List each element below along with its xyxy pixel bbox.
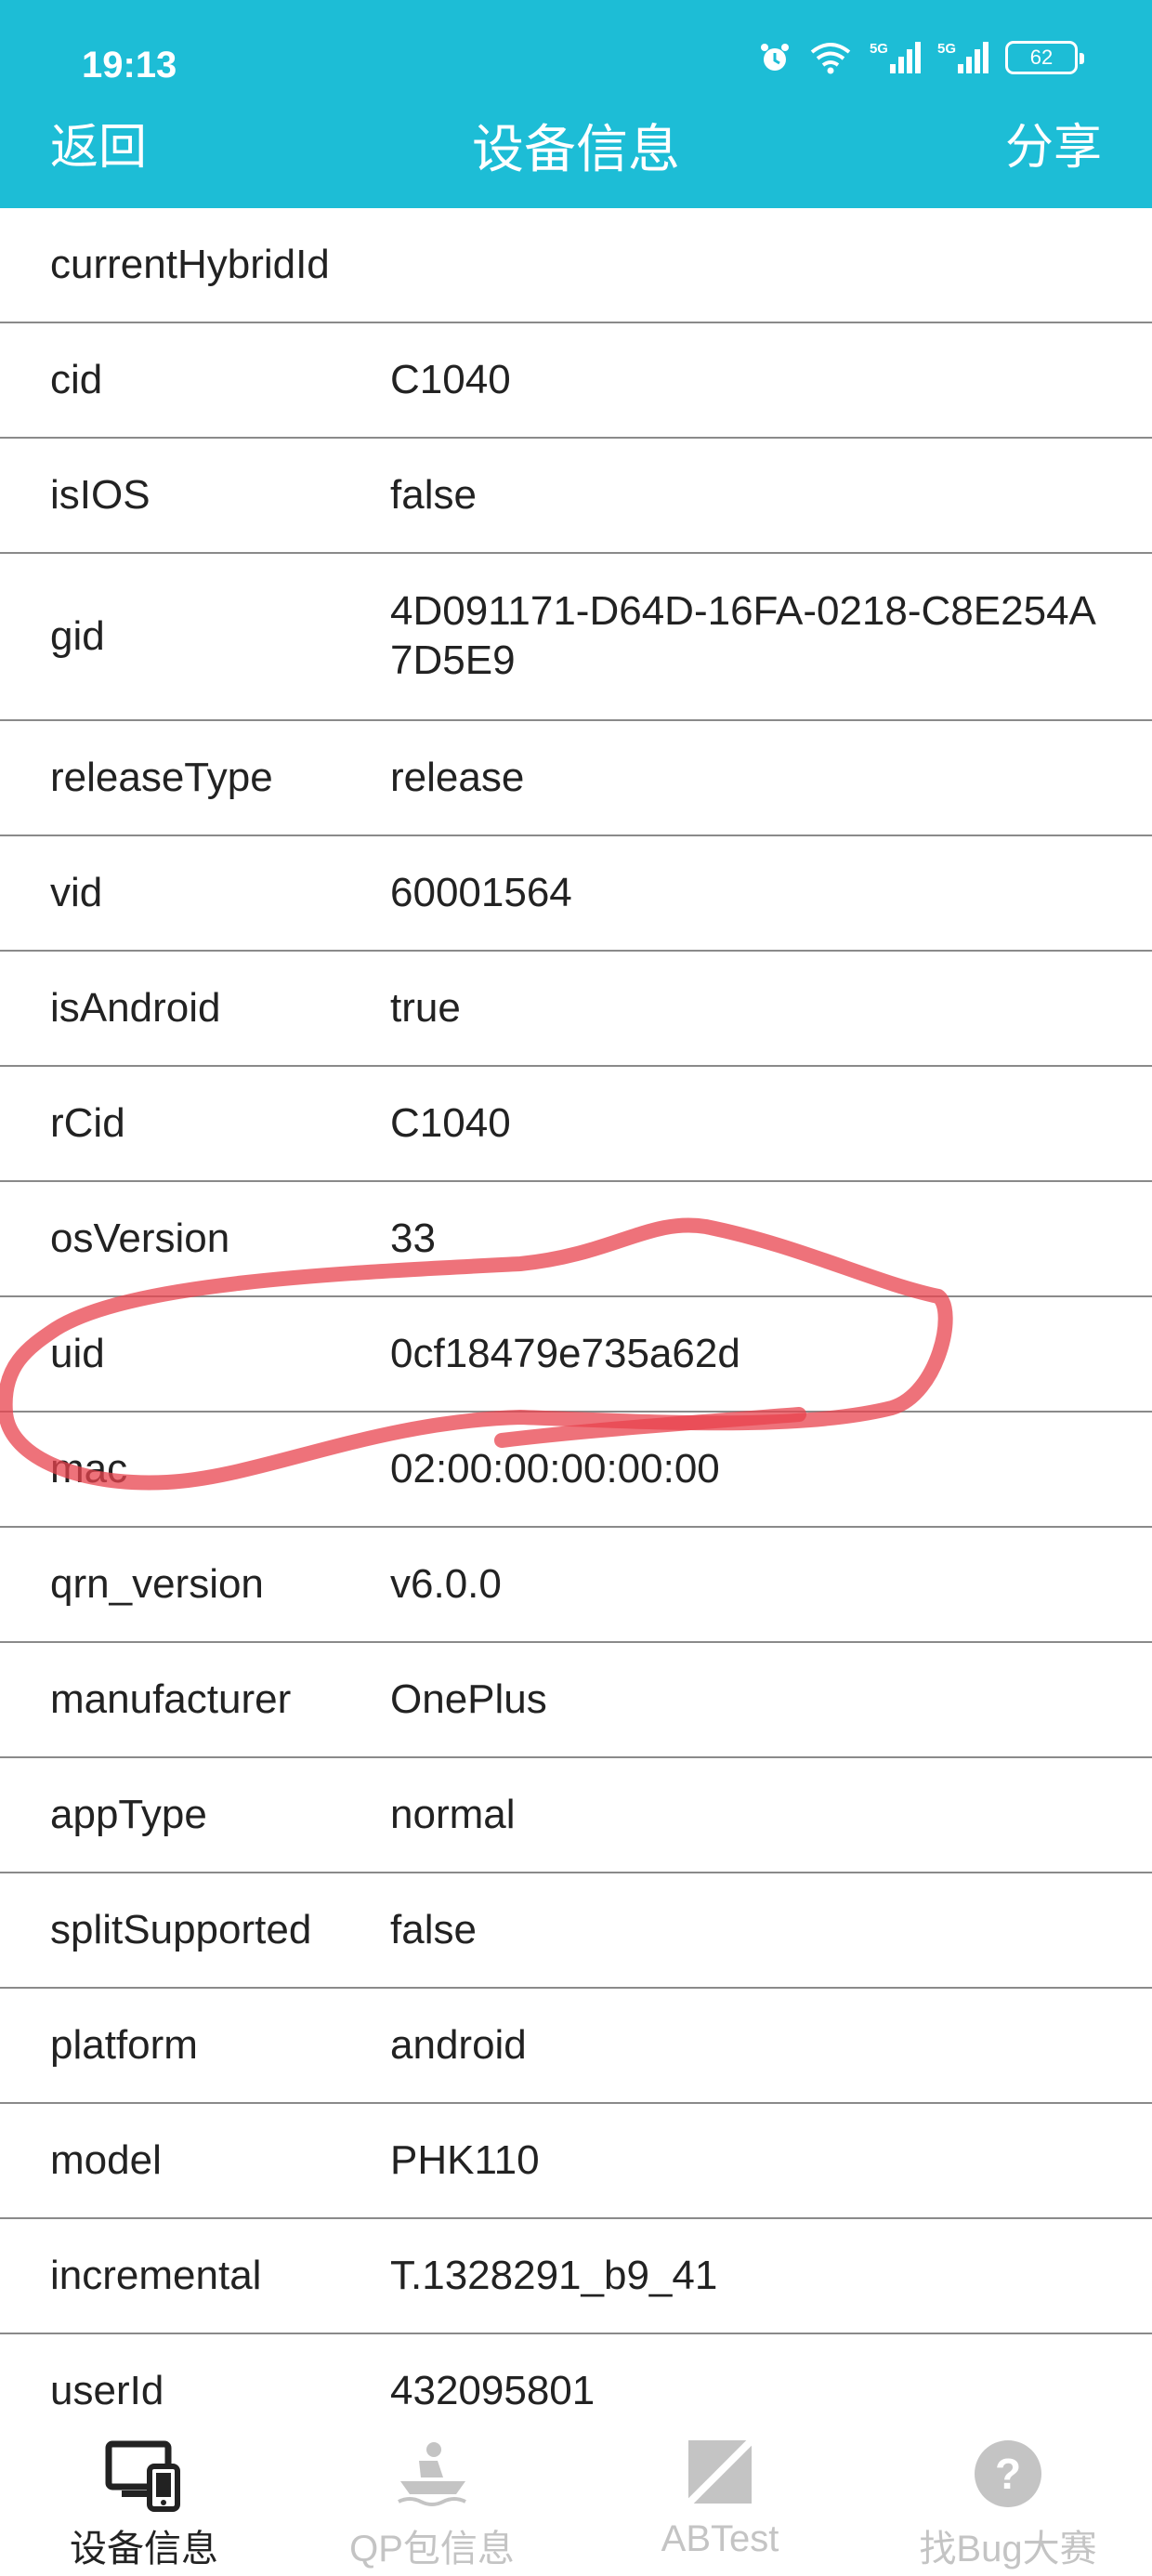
info-value: 0cf18479e735a62d — [390, 1330, 740, 1376]
battery-level: 62 — [1029, 46, 1054, 69]
status-time: 19:13 — [82, 45, 177, 85]
info-key: model — [50, 2137, 162, 2183]
tab-bug-contest[interactable]: ? 找Bug大赛 — [864, 2429, 1152, 2576]
info-key: vid — [50, 870, 103, 915]
tab-device-info[interactable]: 设备信息 — [0, 2429, 288, 2576]
info-value: T.1328291_b9_41 — [390, 2252, 718, 2298]
info-row: model PHK110 — [0, 2104, 1152, 2219]
tab-label: ABTest — [661, 2518, 779, 2559]
tab-qp-package[interactable]: QP包信息 — [288, 2429, 576, 2576]
info-value: normal — [390, 1791, 516, 1837]
info-value: 432095801 — [390, 2367, 596, 2413]
battery-icon: 62 — [1005, 41, 1084, 74]
alarm-icon — [760, 44, 789, 71]
info-row: mac 02:00:00:00:00:00 — [0, 1413, 1152, 1528]
info-key: rCid — [50, 1100, 125, 1146]
info-value: android — [390, 2021, 527, 2068]
signal-icon-2: 5G — [937, 42, 988, 73]
info-row: rCid C1040 — [0, 1067, 1152, 1182]
info-row: isIOS false — [0, 439, 1152, 554]
info-key: currentHybridId — [50, 242, 330, 287]
info-row: appType normal — [0, 1758, 1152, 1873]
info-value: release — [390, 754, 525, 800]
info-row: isAndroid true — [0, 952, 1152, 1067]
info-value: C1040 — [390, 1099, 511, 1146]
info-row: cid C1040 — [0, 323, 1152, 439]
info-value: C1040 — [390, 356, 511, 402]
info-key: isAndroid — [50, 985, 221, 1031]
info-value: 02:00:00:00:00:00 — [390, 1445, 720, 1492]
boat-icon — [390, 2435, 474, 2513]
info-row: uid 0cf18479e735a62d — [0, 1297, 1152, 1413]
question-icon: ? — [966, 2435, 1050, 2513]
info-row: osVersion 33 — [0, 1182, 1152, 1297]
info-key: cid — [50, 357, 103, 402]
info-row: qrn_version v6.0.0 — [0, 1528, 1152, 1643]
info-key: appType — [50, 1792, 207, 1837]
info-row: userId 432095801 — [0, 2334, 1152, 2429]
info-key: manufacturer — [50, 1676, 292, 1722]
wifi-icon — [810, 43, 851, 74]
info-row: manufacturer OnePlus — [0, 1643, 1152, 1758]
info-row: currentHybridId — [0, 208, 1152, 323]
nav-bar: 返回 设备信息 分享 — [0, 102, 1152, 208]
abtest-icon — [678, 2435, 762, 2513]
status-bar: 19:13 5G 5G 62 — [0, 0, 1152, 102]
bottom-tab-bar: 设备信息 QP包信息 ABTest ? 找Bug大赛 — [0, 2429, 1152, 2576]
info-value: v6.0.0 — [390, 1560, 502, 1607]
info-key: uid — [50, 1331, 105, 1376]
tab-label: 找Bug大赛 — [919, 2529, 1097, 2569]
page-title: 设备信息 — [472, 120, 680, 178]
signal-icon-1: 5G — [870, 42, 921, 73]
svg-text:?: ? — [995, 2450, 1021, 2498]
device-icon — [102, 2435, 186, 2513]
info-key: isIOS — [50, 472, 151, 518]
info-row: incremental T.1328291_b9_41 — [0, 2219, 1152, 2334]
info-value: true — [390, 984, 461, 1031]
info-value: false — [390, 1906, 477, 1952]
info-key: splitSupported — [50, 1907, 312, 1952]
info-value: 33 — [390, 1215, 436, 1261]
share-button[interactable]: 分享 — [1005, 108, 1102, 177]
status-icons: 5G 5G 62 — [758, 41, 1084, 74]
info-value: OnePlus — [390, 1676, 547, 1722]
info-value: 4D091171-D64D-16FA-0218-C8E254A7D5E9 — [390, 588, 1096, 683]
info-value: 60001564 — [390, 869, 572, 915]
info-key: osVersion — [50, 1216, 230, 1261]
tab-label: 设备信息 — [70, 2529, 218, 2569]
tab-label: QP包信息 — [349, 2529, 515, 2569]
info-key: releaseType — [50, 755, 273, 800]
info-row: vid 60001564 — [0, 836, 1152, 952]
app-header: 19:13 5G 5G 62 返回 设备信息 分享 — [0, 0, 1152, 208]
info-row: gid 4D091171-D64D-16FA-0218-C8E254A7D5E9 — [0, 554, 1152, 721]
tab-abtest[interactable]: ABTest — [576, 2429, 864, 2576]
info-row: releaseType release — [0, 721, 1152, 836]
info-key: gid — [50, 613, 105, 659]
info-key: userId — [50, 2368, 164, 2413]
info-row: platform android — [0, 1989, 1152, 2104]
info-key: incremental — [50, 2253, 262, 2298]
info-value: false — [390, 471, 477, 518]
info-key: qrn_version — [50, 1561, 264, 1607]
device-info-list[interactable]: currentHybridId cid C1040 isIOS false gid 4… — [0, 208, 1152, 2429]
info-key: mac — [50, 1446, 128, 1492]
info-key: platform — [50, 2022, 198, 2068]
info-value: PHK110 — [390, 2136, 540, 2183]
back-button[interactable]: 返回 — [50, 108, 147, 177]
info-row: splitSupported false — [0, 1873, 1152, 1989]
